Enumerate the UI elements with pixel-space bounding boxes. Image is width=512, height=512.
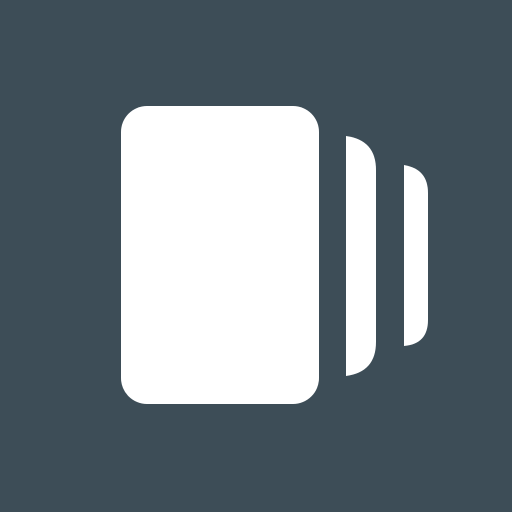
app-icon-tile xyxy=(0,0,512,512)
stacked-cards-icon xyxy=(121,106,428,404)
front-card xyxy=(121,106,319,404)
back-card xyxy=(404,165,428,346)
middle-card xyxy=(346,136,376,376)
